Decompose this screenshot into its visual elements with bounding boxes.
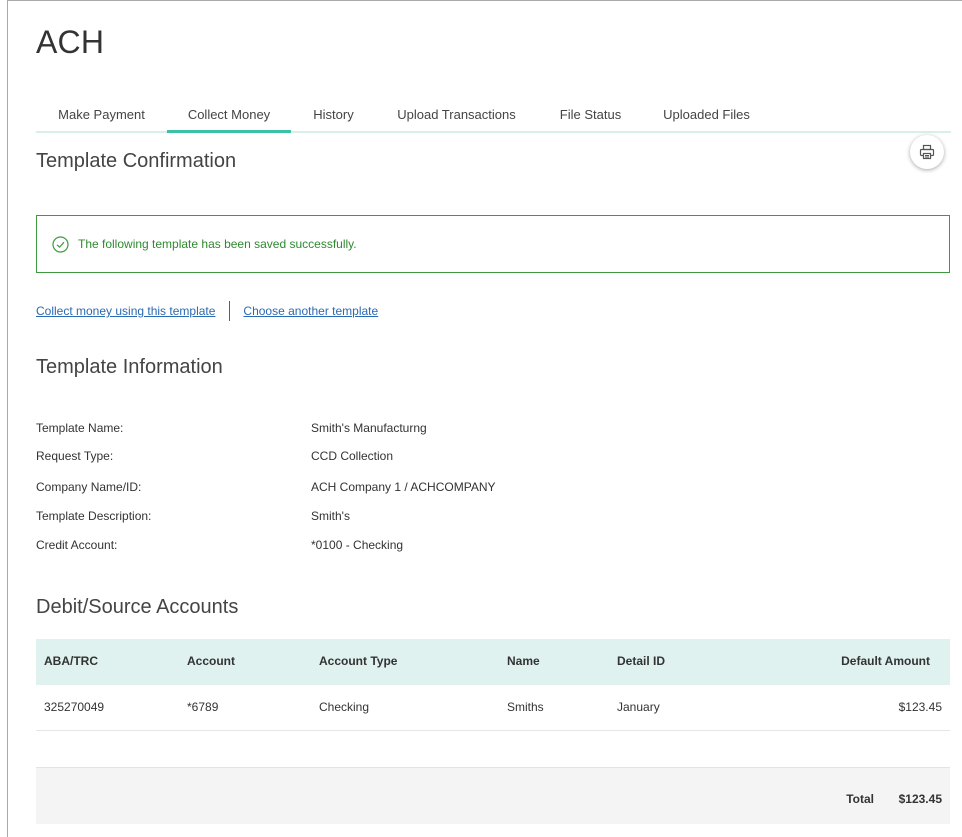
printer-icon [919, 144, 935, 160]
tab-upload-transactions[interactable]: Upload Transactions [376, 101, 537, 133]
info-label: Credit Account: [36, 538, 118, 552]
cell-detail-id: January [617, 700, 660, 714]
link-divider [229, 301, 231, 321]
info-value: Smith's Manufacturng [311, 421, 427, 435]
tab-uploaded-files[interactable]: Uploaded Files [644, 101, 769, 133]
info-label: Request Type: [36, 449, 114, 463]
column-header-account[interactable]: Account [187, 654, 235, 668]
page-title: ACH [36, 24, 105, 60]
collect-money-link[interactable]: Collect money using this template [36, 304, 215, 318]
column-header-name[interactable]: Name [507, 654, 540, 668]
total-label: Total [846, 792, 874, 806]
check-circle-icon [52, 235, 69, 253]
cell-account-type: Checking [319, 700, 370, 714]
cell-aba: 325270049 [44, 700, 105, 714]
info-label: Template Name: [36, 421, 124, 435]
alert-message: The following template has been saved su… [78, 237, 357, 251]
info-value: CCD Collection [311, 449, 394, 463]
info-label: Company Name/ID: [36, 480, 142, 494]
column-header-aba[interactable]: ABA/TRC [44, 654, 98, 668]
debit-accounts-title: Debit/Source Accounts [36, 596, 239, 618]
confirmation-title: Template Confirmation [36, 150, 237, 172]
success-alert: The following template has been saved su… [36, 215, 950, 273]
tab-history[interactable]: History [291, 101, 376, 133]
tab-collect-money[interactable]: Collect Money [167, 101, 291, 133]
print-button[interactable] [910, 135, 944, 169]
total-bar: Total $123.45 [36, 767, 950, 824]
total-value: $123.45 [898, 792, 942, 806]
column-header-default-amount[interactable]: Default Amount [841, 654, 930, 668]
debit-accounts-table: ABA/TRC Account Account Type Name Detail… [36, 639, 950, 731]
tab-make-payment[interactable]: Make Payment [36, 101, 167, 133]
action-links: Collect money using this template Choose… [36, 301, 378, 321]
table-row: 325270049 *6789 Checking Smiths January … [36, 685, 950, 731]
table-header: ABA/TRC Account Account Type Name Detail… [36, 639, 950, 685]
tab-bar: Make Payment Collect Money History Uploa… [36, 101, 951, 133]
choose-template-link[interactable]: Choose another template [243, 304, 378, 318]
info-value: ACH Company 1 / ACHCOMPANY [311, 480, 496, 494]
column-header-detail-id[interactable]: Detail ID [617, 654, 665, 668]
tab-file-status[interactable]: File Status [537, 101, 644, 133]
info-value: Smith's [311, 509, 350, 523]
cell-account: *6789 [187, 700, 219, 714]
cell-name: Smiths [507, 700, 544, 714]
info-value: *0100 - Checking [311, 538, 404, 552]
info-label: Template Description: [36, 509, 152, 523]
column-header-account-type[interactable]: Account Type [319, 654, 397, 668]
template-info-title: Template Information [36, 356, 223, 378]
cell-default-amount: $123.45 [898, 700, 942, 714]
